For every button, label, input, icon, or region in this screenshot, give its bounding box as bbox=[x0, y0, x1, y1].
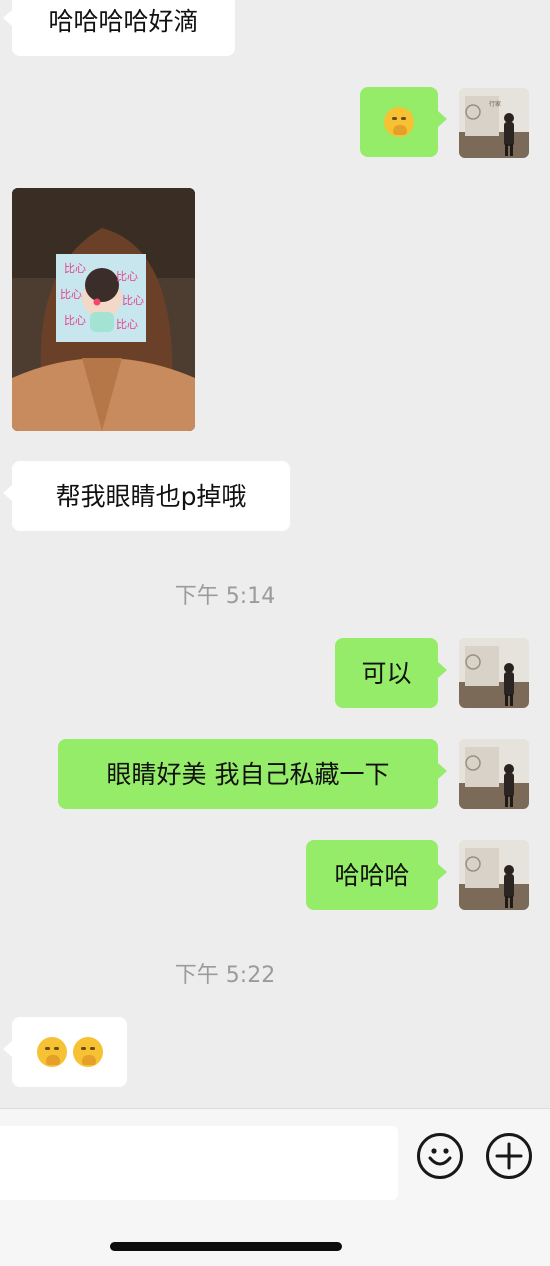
avatar[interactable]: 行家 bbox=[459, 88, 529, 158]
message-text: 哈哈哈哈好滴 bbox=[48, 6, 199, 36]
avatar-sign-text: 行家 bbox=[489, 100, 501, 108]
message-text: 帮我眼睛也p掉哦 bbox=[55, 481, 247, 511]
timestamp: 下午 5:14 bbox=[174, 584, 276, 609]
message-text: 可以 bbox=[361, 658, 412, 688]
sticker-label-1: 比心 bbox=[64, 262, 86, 275]
message-text: 哈哈哈 bbox=[334, 860, 410, 890]
message-bubble-outgoing[interactable]: 可以 bbox=[335, 638, 447, 708]
message-bubble-incoming[interactable]: 哈哈哈哈好滴 bbox=[3, 0, 235, 56]
home-indicator bbox=[110, 1242, 342, 1251]
sticker-label-3: 比心 bbox=[60, 288, 82, 301]
avatar-photo-icon: 行家 bbox=[459, 88, 529, 158]
incoming-photo[interactable]: 比心 比心 比心 比心 比心 比心 bbox=[12, 188, 195, 431]
sticker-label-2: 比心 bbox=[116, 270, 138, 283]
thinking-emoji-icon bbox=[384, 107, 414, 137]
sticker-label-6: 比心 bbox=[116, 318, 138, 331]
emoji-icon bbox=[428, 1148, 452, 1166]
avatar[interactable] bbox=[459, 739, 529, 809]
message-input[interactable] bbox=[0, 1126, 398, 1200]
avatar-photo-icon bbox=[459, 638, 529, 708]
photo-image: 比心 比心 比心 比心 比心 比心 bbox=[12, 188, 195, 431]
message-bubble-outgoing[interactable]: 眼睛好美 我自己私藏一下 bbox=[58, 739, 447, 809]
thinking-emoji-icon bbox=[72, 1037, 103, 1067]
avatar[interactable] bbox=[459, 638, 529, 708]
avatar-photo-icon bbox=[459, 739, 529, 809]
avatar-photo-icon bbox=[459, 840, 529, 910]
sticker-label-4: 比心 bbox=[122, 294, 144, 307]
timestamp: 下午 5:22 bbox=[174, 963, 276, 988]
plus-button[interactable] bbox=[486, 1133, 532, 1179]
emoji-button[interactable] bbox=[417, 1133, 463, 1179]
message-bubble-incoming[interactable]: 帮我眼睛也p掉哦 bbox=[3, 461, 290, 531]
sticker-label-5: 比心 bbox=[64, 314, 86, 327]
thinking-emoji-icon bbox=[36, 1037, 67, 1067]
message-bubble-outgoing[interactable]: 哈哈哈 bbox=[306, 840, 447, 910]
message-text: 眼睛好美 我自己私藏一下 bbox=[106, 759, 390, 789]
chat-area: 哈哈哈哈好滴 行家 比心 比心 比心 比心 比心 比心 帮我眼睛也p掉哦 下午 … bbox=[0, 0, 550, 1108]
message-bubble-incoming[interactable] bbox=[3, 1017, 127, 1087]
avatar[interactable] bbox=[459, 840, 529, 910]
message-bubble-outgoing[interactable] bbox=[360, 87, 447, 157]
plus-icon bbox=[495, 1142, 523, 1170]
input-bar bbox=[0, 1108, 550, 1266]
